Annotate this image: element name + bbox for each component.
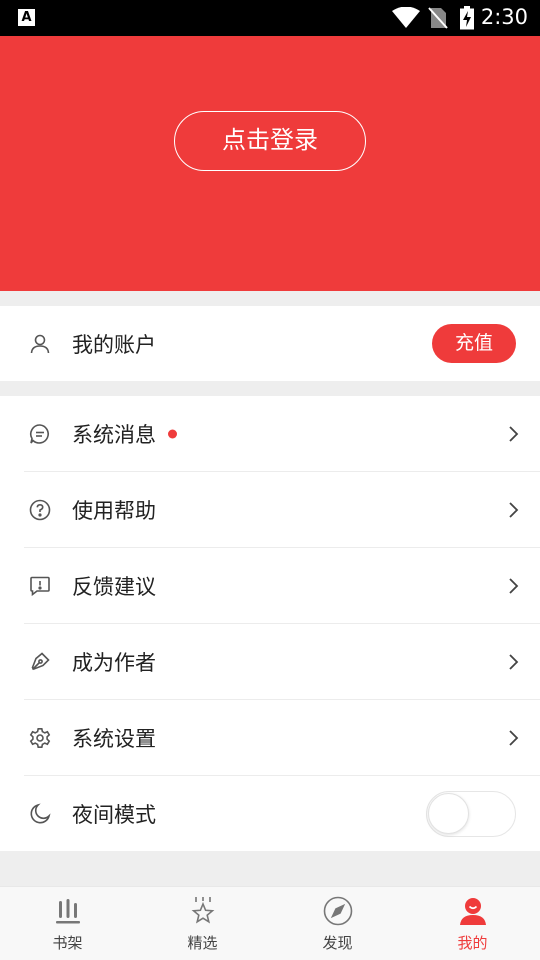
tab-bookshelf[interactable]: 书架 bbox=[0, 887, 135, 960]
night-mode-toggle[interactable] bbox=[426, 790, 516, 837]
bottom-tab-bar: 书架 精选 发现 我的 bbox=[0, 886, 540, 960]
tab-label: 发现 bbox=[322, 934, 353, 952]
account-label: 我的账户 bbox=[72, 332, 156, 357]
unread-badge bbox=[168, 429, 177, 439]
wifi-icon bbox=[392, 7, 420, 28]
login-button[interactable]: 点击登录 bbox=[174, 111, 366, 171]
menu-item-night-mode: 夜间模式 bbox=[0, 776, 540, 851]
tab-label: 书架 bbox=[52, 934, 83, 952]
account-card: 我的账户 充值 bbox=[0, 306, 540, 381]
tab-label: 精选 bbox=[187, 934, 218, 952]
message-icon bbox=[29, 424, 49, 444]
chevron-right-icon bbox=[509, 578, 519, 594]
battery-charging-icon bbox=[460, 6, 474, 30]
menu-item-label: 夜间模式 bbox=[72, 802, 156, 827]
app-notification-icon: A bbox=[18, 9, 35, 26]
no-sim-icon bbox=[428, 7, 448, 29]
menu-item-become-author[interactable]: 成为作者 bbox=[0, 624, 540, 700]
profile-icon bbox=[459, 898, 486, 925]
menu-item-settings[interactable]: 系统设置 bbox=[0, 700, 540, 776]
menu-item-label: 系统设置 bbox=[72, 727, 156, 751]
menu-item-label: 反馈建议 bbox=[72, 575, 156, 599]
settings-icon bbox=[29, 728, 51, 748]
feedback-icon bbox=[30, 576, 50, 597]
chevron-right-icon bbox=[509, 502, 519, 518]
tab-featured[interactable]: 精选 bbox=[135, 887, 270, 960]
profile-header: 点击登录 bbox=[0, 36, 540, 291]
chevron-right-icon bbox=[509, 654, 519, 670]
help-icon bbox=[29, 499, 51, 521]
pen-icon bbox=[31, 652, 50, 671]
menu-card: 系统消息 使用帮助 反馈建议 成为作者 系统设置 夜间模式 bbox=[0, 396, 540, 851]
menu-item-label: 使用帮助 bbox=[72, 499, 156, 523]
menu-item-feedback[interactable]: 反馈建议 bbox=[0, 548, 540, 624]
menu-item-label: 成为作者 bbox=[72, 651, 156, 675]
tab-discover[interactable]: 发现 bbox=[270, 887, 405, 960]
star-icon bbox=[191, 897, 214, 924]
bookshelf-icon bbox=[55, 899, 80, 924]
moon-icon bbox=[30, 802, 51, 823]
account-row[interactable]: 我的账户 充值 bbox=[0, 306, 540, 381]
recharge-button[interactable]: 充值 bbox=[432, 324, 516, 363]
menu-item-help[interactable]: 使用帮助 bbox=[0, 472, 540, 548]
status-time: 2:30 bbox=[480, 5, 528, 29]
compass-icon bbox=[323, 896, 352, 926]
status-bar: A 2:30 bbox=[0, 0, 540, 36]
user-icon bbox=[30, 334, 50, 353]
toggle-knob bbox=[428, 792, 469, 834]
tab-label: 我的 bbox=[457, 934, 488, 952]
tab-profile[interactable]: 我的 bbox=[405, 887, 540, 960]
menu-item-system-messages[interactable]: 系统消息 bbox=[0, 396, 540, 472]
chevron-right-icon bbox=[509, 730, 519, 746]
menu-item-label: 系统消息 bbox=[72, 423, 156, 447]
chevron-right-icon bbox=[509, 426, 519, 442]
